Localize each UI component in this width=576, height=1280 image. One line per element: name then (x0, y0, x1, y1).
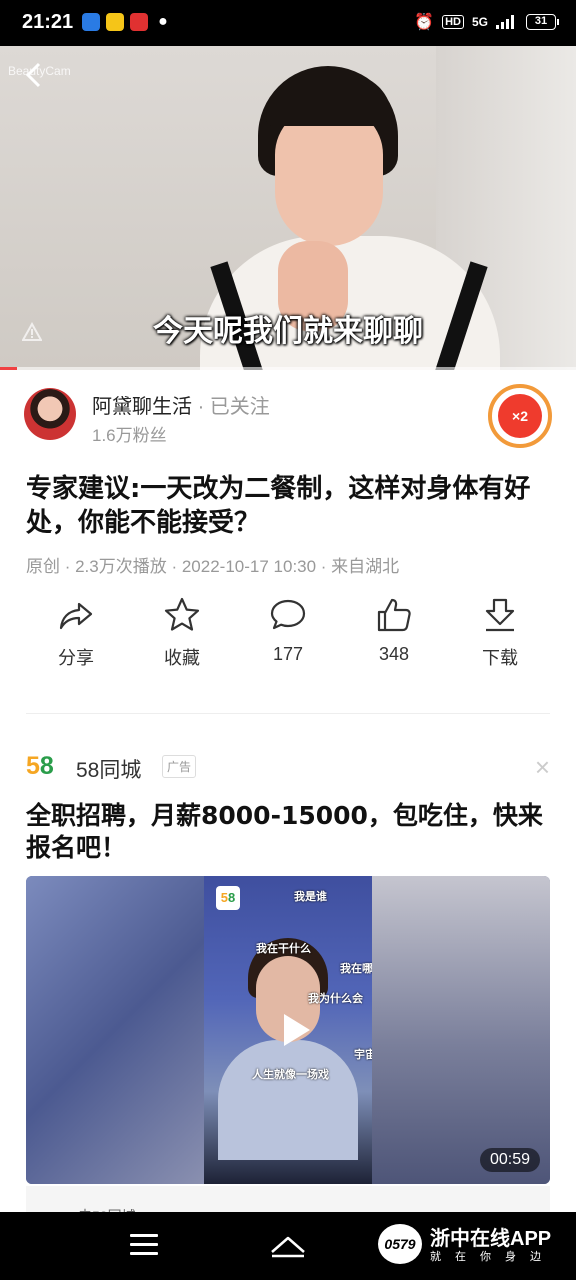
alarm-icon: ⏰ (414, 14, 435, 31)
back-button[interactable] (20, 60, 50, 90)
author-fans: 1.6万粉丝 (92, 426, 167, 445)
comment-button[interactable]: 177 (238, 592, 338, 670)
reward-badge[interactable]: ×2 (488, 384, 552, 448)
ad-clip-text: 我在干什么 (256, 942, 311, 955)
menu-icon[interactable] (130, 1234, 158, 1256)
ad-logo[interactable]: 58 (26, 748, 62, 784)
progress-fill (0, 367, 18, 370)
ad-advertiser-name[interactable]: 58同城 (76, 754, 141, 784)
notification-icons: ● (82, 13, 172, 31)
favorite-label: 收藏 (164, 648, 200, 668)
brand-logo: 0579 (378, 1224, 422, 1264)
share-button[interactable]: 分享 (26, 592, 126, 670)
comment-count: 177 (272, 644, 304, 664)
favorite-button[interactable]: 收藏 (132, 592, 232, 670)
comment-icon (270, 599, 306, 630)
ad-title[interactable]: 全职招聘，月薪8000-15000，包吃住，快来报名吧！ (26, 800, 550, 864)
battery-icon: 31 (526, 14, 559, 30)
like-button[interactable]: 348 (344, 592, 444, 670)
status-time: 21:21 (22, 11, 74, 33)
thumbs-up-icon (377, 598, 411, 632)
star-icon (164, 597, 200, 631)
ad-clip-text: 我是谁 (294, 890, 327, 903)
close-icon[interactable]: × (535, 752, 550, 783)
brand-slogan: 就在你身边 (430, 1251, 555, 1263)
download-button[interactable]: 下载 (450, 592, 550, 670)
chevron-left-icon (25, 62, 41, 88)
status-indicators: ⏰ HD 5G 31 (414, 12, 559, 32)
section-divider (26, 713, 550, 714)
share-icon (59, 602, 93, 630)
video-duration: 00:59 (479, 1148, 540, 1172)
brand-name: 浙中在线APP (430, 1228, 552, 1250)
ad-clip-text: 我为什么会 (308, 992, 363, 1005)
ad-video[interactable]: 58 我是谁 我在干什么 我在哪 我为什么会 宇宙 人生就像一场戏 00:59 (26, 876, 550, 1184)
brand-watermark: 0579 浙中在线APP 就在你身边 (378, 1220, 562, 1270)
home-icon[interactable] (268, 1230, 308, 1260)
action-bar: 分享 收藏 177 348 下载 (26, 592, 550, 670)
wechat-icon: ● (154, 13, 172, 31)
author-name[interactable]: 阿黛聊生活 (92, 396, 192, 418)
reward-badge-label: ×2 (498, 394, 542, 438)
warning-icon[interactable] (22, 322, 42, 342)
ad-clip-logo: 58 (216, 886, 240, 910)
video-player[interactable]: BeautyCam 今天呢我们就来聊聊 (0, 46, 576, 370)
article-meta: 原创 · 2.3万次播放 · 2022-10-17 10:30 · 来自湖北 (26, 557, 400, 576)
author-name-line[interactable]: 阿黛聊生活 · 已关注 (92, 390, 270, 419)
app-notification-icon (106, 13, 124, 31)
ad-clip-text: 我在哪 (340, 962, 372, 975)
follow-button[interactable]: 已关注 (210, 396, 270, 418)
download-icon (485, 598, 515, 632)
ad-clip-text: 人生就像一场戏 (252, 1068, 329, 1081)
download-label: 下载 (482, 648, 518, 668)
ad-header: 58 58同城 广告 × (26, 746, 550, 786)
play-icon[interactable] (274, 1010, 314, 1050)
like-count: 348 (378, 644, 410, 664)
app-notification-icon (130, 13, 148, 31)
signal-icon (496, 15, 514, 29)
share-label: 分享 (58, 648, 94, 668)
author-row: 阿黛聊生活 · 已关注 1.6万粉丝 ×2 (24, 384, 552, 448)
hd-badge: HD (442, 15, 464, 29)
author-separator: · (197, 396, 205, 418)
ad-clip-text: 宇宙 (354, 1048, 372, 1061)
navigation-bar: 0579 浙中在线APP 就在你身边 (0, 1212, 576, 1280)
article-title: 专家建议:一天改为二餐制，这样对身体有好处，你能不能接受？ (26, 474, 531, 538)
video-progress-bar[interactable] (0, 367, 576, 370)
app-notification-icon (82, 13, 100, 31)
avatar[interactable] (24, 388, 76, 440)
ad-tag: 广告 (162, 755, 197, 778)
status-bar: 21:21 ● ⏰ HD 5G 31 (0, 0, 576, 46)
network-label: 5G (471, 15, 488, 29)
video-subtitle: 今天呢我们就来聊聊 (153, 314, 423, 349)
